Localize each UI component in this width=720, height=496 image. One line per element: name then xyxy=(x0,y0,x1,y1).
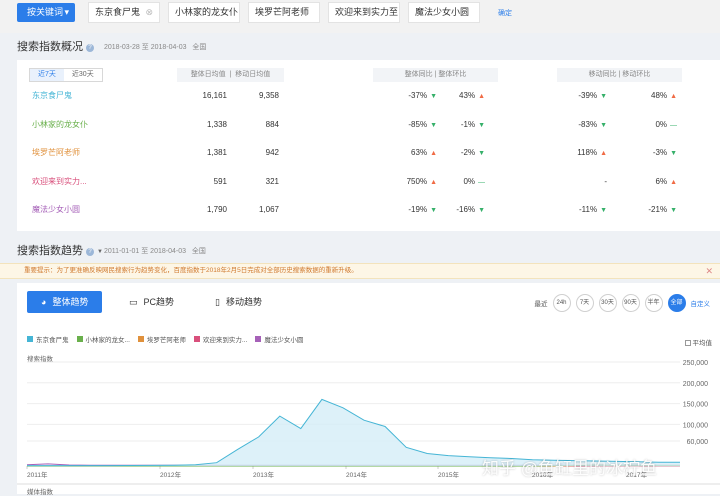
x-tick-label: 2013年 xyxy=(253,470,274,479)
watermark: 知乎 @鱼缸里的冰柠鱼 xyxy=(482,454,657,479)
x-tick-label: 2012年 xyxy=(160,470,181,479)
x-tick-label: 2015年 xyxy=(438,470,459,479)
x-tick-label: 2014年 xyxy=(346,470,367,479)
y-tick-label: 250,000 xyxy=(683,360,708,367)
y-tick-label: 60,000 xyxy=(687,439,709,446)
y-tick-label: 150,000 xyxy=(683,402,708,409)
x-tick-label: 2011年 xyxy=(27,470,48,479)
y-tick-label: 200,000 xyxy=(683,381,708,388)
search-trend-chart: 250,000 200,000 150,000 100,000 60,000 2011年 2… xyxy=(0,0,720,494)
y-tick-label: 100,000 xyxy=(683,422,708,429)
